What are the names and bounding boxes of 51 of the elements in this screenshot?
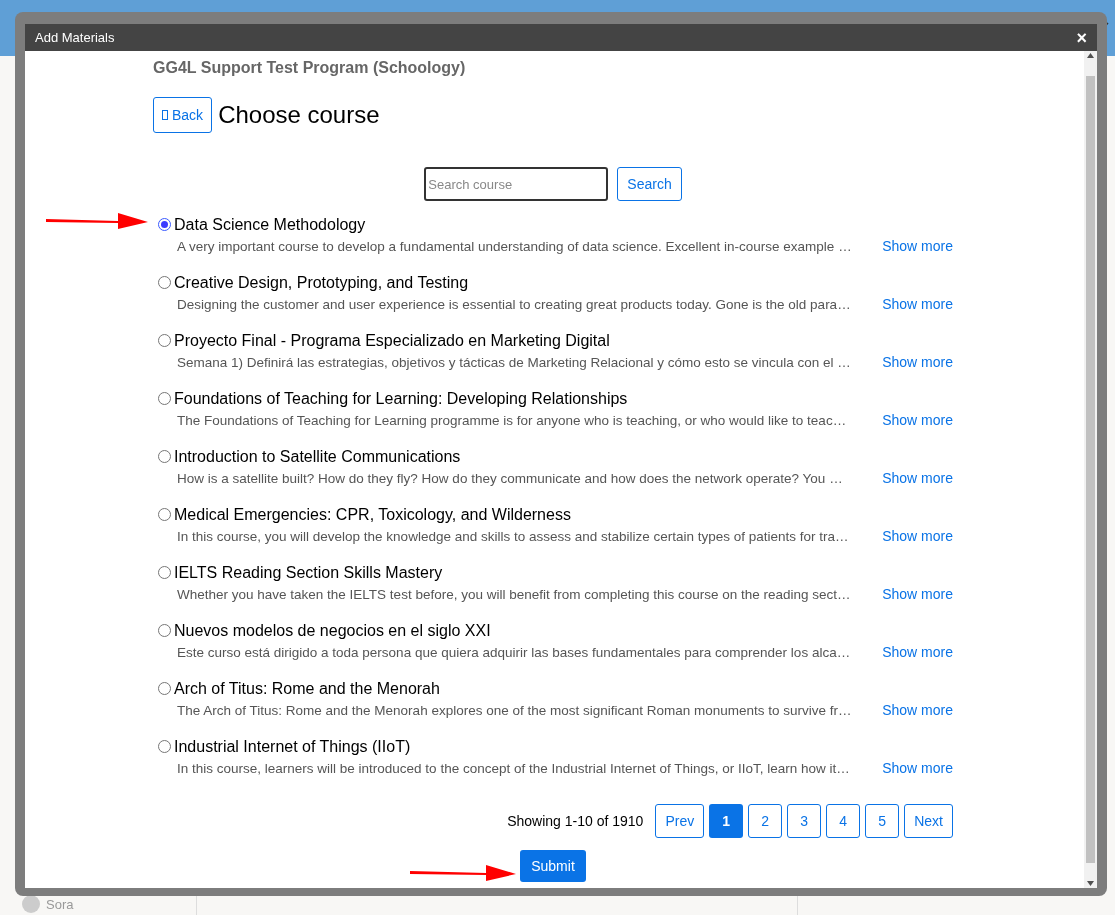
course-description: In this course, learners will be introduced to the concept of the Industrial Internet of Things, or IIoT, learn how it… (177, 760, 850, 778)
show-more-link[interactable]: Show more (882, 411, 953, 430)
scroll-down-icon[interactable] (1087, 881, 1094, 886)
submit-button[interactable]: Submit (520, 850, 586, 882)
page-button[interactable]: 2 (748, 804, 783, 838)
missing-glyph-icon (162, 110, 168, 120)
close-button[interactable]: × (1076, 28, 1087, 47)
program-name: GG4L Support Test Program (Schoology) (153, 58, 467, 78)
course-title: Creative Design, Prototyping, and Testing (174, 273, 469, 292)
show-more-link[interactable]: Show more (882, 759, 953, 778)
course-title: Proyecto Final - Programa Especializado en Marketing Digital (174, 331, 610, 350)
course-title: Introduction to Satellite Communications (174, 447, 461, 466)
scroll-up-icon[interactable] (1087, 53, 1094, 58)
sidebar-item[interactable]: Sora (46, 894, 74, 914)
show-more-link[interactable]: Show more (882, 237, 953, 256)
course-title: Data Science Methodology (174, 215, 366, 234)
course-description: Este curso está dirigido a toda persona que quiera adquirir las bases fundamentales para comprender los alca… (177, 644, 851, 662)
course-description: Designing the customer and user experience is essential to creating great products today. Gone is the old para… (177, 296, 851, 314)
show-more-link[interactable]: Show more (882, 295, 953, 314)
course-description: A very important course to develop a fundamental understanding of data science. Excellent in-course example … (177, 238, 852, 256)
course-description: In this course, you will develop the knowledge and skills to assess and stabilize certain types of patients for tra… (177, 528, 849, 546)
show-more-link[interactable]: Show more (882, 585, 953, 604)
page-button[interactable]: 1 (709, 804, 744, 838)
scrollbar[interactable] (1084, 51, 1097, 888)
show-more-link[interactable]: Show more (882, 643, 953, 662)
course-title: Industrial Internet of Things (IIoT) (174, 737, 411, 756)
results-summary: Showing 1-10 of 1910 (507, 811, 644, 831)
back-button[interactable]: Back (153, 97, 213, 133)
show-more-link[interactable]: Show more (882, 353, 953, 372)
page-button[interactable]: 4 (826, 804, 861, 838)
show-more-link[interactable]: Show more (882, 527, 953, 546)
search-button[interactable]: Search (617, 167, 682, 201)
prev-button[interactable]: Prev (655, 804, 705, 838)
course-title: Medical Emergencies: CPR, Toxicology, and Wilderness (174, 505, 571, 524)
course-title: Foundations of Teaching for Learning: Developing Relationships (174, 389, 628, 408)
course-title: Arch of Titus: Rome and the Menorah (174, 679, 440, 698)
dialog-title: Add Materials (35, 28, 115, 47)
course-title: Nuevos modelos de negocios en el siglo XXI (174, 621, 491, 640)
page-button[interactable]: 5 (865, 804, 900, 838)
show-more-link[interactable]: Show more (882, 701, 953, 720)
search-field[interactable]: Search course (424, 167, 609, 201)
page-heading: Choose course (218, 100, 380, 130)
page-button[interactable]: 3 (787, 804, 822, 838)
course-title: IELTS Reading Section Skills Mastery (174, 563, 443, 582)
next-button[interactable]: Next (904, 804, 953, 838)
course-description: How is a satellite built? How do they fly? How do they communicate and how does the network operate? You … (177, 470, 843, 488)
course-description: The Arch of Titus: Rome and the Menorah explores one of the most significant Roman monuments to survive fr… (177, 702, 852, 720)
course-description: Whether you have taken the IELTS test before, you will benefit from completing this course on the reading sect… (177, 586, 851, 604)
course-description: Semana 1) Definirá las estrategias, objetivos y tácticas de Marketing Relacional y cómo esto se vincula con el … (177, 354, 851, 372)
course-description: The Foundations of Teaching for Learning programme is for anyone who is teaching, or who would like to teac… (177, 412, 847, 430)
show-more-link[interactable]: Show more (882, 469, 953, 488)
